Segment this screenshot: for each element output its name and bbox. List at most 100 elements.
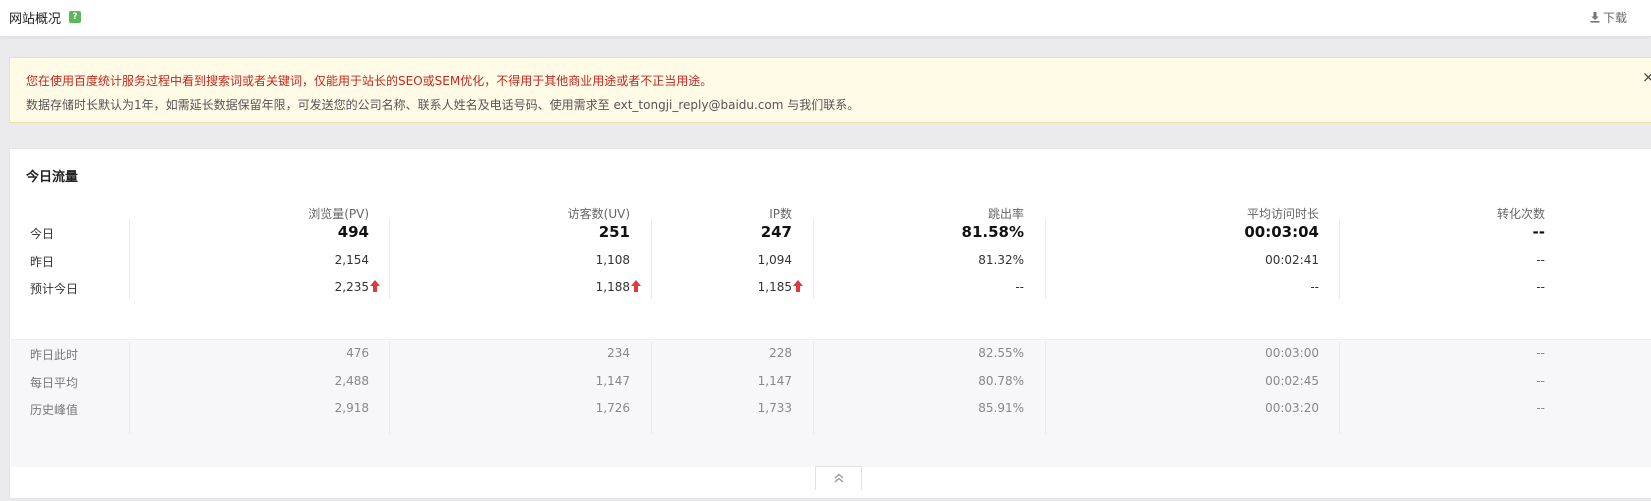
arrow-up-icon <box>370 280 380 292</box>
cell-avg-duration: 00:03:04 <box>1244 223 1319 241</box>
row-label: 每日平均 <box>30 376 79 390</box>
cell-value: 00:03:00 <box>1265 346 1319 360</box>
cell-value: 1,188 <box>595 280 630 294</box>
download-button[interactable]: 下载 <box>1590 9 1627 26</box>
cell-conversions: -- <box>1536 253 1545 267</box>
cell-value: 80.78% <box>978 374 1024 388</box>
cell-value: 1,147 <box>757 374 792 388</box>
column-divider <box>1339 219 1340 299</box>
notice-info-text: 数据存储时长默认为1年，如需延长数据保留年限，可发送您的公司名称、联系人姓名及电… <box>26 98 860 112</box>
notice-banner: 您在使用百度统计服务过程中看到搜索词或者关键词，仅能用于站长的SEO或SEM优化… <box>9 57 1651 123</box>
cell-value: 82.55% <box>978 346 1024 360</box>
column-divider <box>813 219 814 299</box>
cell-ip: 1,185 <box>758 280 803 294</box>
cell-uv: 1,108 <box>596 253 630 267</box>
download-label: 下载 <box>1602 11 1627 25</box>
column-divider <box>651 219 652 299</box>
cell-conversions: -- <box>1536 346 1545 360</box>
cell-uv: 1,726 <box>596 401 630 415</box>
cell-value: 1,094 <box>757 253 792 267</box>
cell-uv: 1,147 <box>596 374 630 388</box>
row-label: 昨日 <box>30 255 55 269</box>
cell-value: -- <box>1536 374 1545 388</box>
cell-value: -- <box>1310 280 1319 294</box>
cell-pv: 2,488 <box>335 374 369 388</box>
cell-value: 2,154 <box>334 253 369 267</box>
double-chevron-up-icon <box>834 473 843 483</box>
cell-value: -- <box>1536 401 1545 415</box>
cell-value: 81.58% <box>961 223 1024 241</box>
cell-value: 228 <box>769 346 792 360</box>
cell-avg-duration: 00:03:20 <box>1265 401 1319 415</box>
cell-value: 494 <box>337 223 369 241</box>
cell-value: 00:03:04 <box>1244 223 1319 241</box>
comparison-area <box>11 339 1651 467</box>
cell-value: 2,488 <box>334 374 369 388</box>
column-header-pv: 浏览量(PV) <box>308 207 369 221</box>
notice-warning-text: 您在使用百度统计服务过程中看到搜索词或者关键词，仅能用于站长的SEO或SEM优化… <box>26 74 713 88</box>
cell-value: 2,918 <box>334 401 369 415</box>
cell-value: 1,733 <box>757 401 792 415</box>
row-label: 昨日此时 <box>30 348 79 362</box>
cell-pv: 494 <box>338 223 369 241</box>
close-icon[interactable]: × <box>1642 68 1651 86</box>
row-label: 今日 <box>30 227 55 241</box>
cell-value: 1,147 <box>595 374 630 388</box>
column-divider <box>813 342 814 434</box>
cell-value: 1,108 <box>595 253 630 267</box>
cell-bounce-rate: 85.91% <box>978 401 1024 415</box>
cell-conversions: -- <box>1536 280 1545 294</box>
cell-value: -- <box>1536 280 1545 294</box>
cell-avg-duration: -- <box>1310 280 1319 294</box>
cell-value: 247 <box>760 223 792 241</box>
cell-value: -- <box>1015 280 1024 294</box>
cell-avg-duration: 00:02:45 <box>1265 374 1319 388</box>
column-divider <box>389 342 390 434</box>
cell-value: 85.91% <box>978 401 1024 415</box>
cell-pv: 2,154 <box>335 253 369 267</box>
row-label: 历史峰值 <box>30 403 79 417</box>
cell-pv: 2,918 <box>335 401 369 415</box>
column-divider <box>389 219 390 299</box>
panel-title: 今日流量 <box>26 170 79 185</box>
cell-value: -- <box>1536 253 1545 267</box>
row-label: 预计今日 <box>30 282 79 296</box>
cell-bounce-rate: 80.78% <box>978 374 1024 388</box>
top-bar: 网站概况 ? 下载 <box>0 0 1651 37</box>
cell-bounce-rate: 81.32% <box>978 253 1024 267</box>
cell-ip: 1,147 <box>758 374 792 388</box>
cell-value: 476 <box>346 346 369 360</box>
column-header-ip: IP数 <box>769 207 792 221</box>
column-header-uv: 访客数(UV) <box>567 207 630 221</box>
column-divider <box>1045 219 1046 299</box>
cell-value: 234 <box>607 346 630 360</box>
column-divider <box>651 342 652 434</box>
cell-conversions: -- <box>1536 401 1545 415</box>
cell-conversions: -- <box>1533 223 1545 241</box>
cell-ip: 1,094 <box>758 253 792 267</box>
cell-ip: 247 <box>761 223 792 241</box>
today-traffic-panel: 今日流量 浏览量(PV) 访客数(UV) IP数 跳出率 平均访问时长 转化次数 今日 494… <box>9 148 1651 499</box>
column-divider <box>1045 342 1046 434</box>
column-header-conversions: 转化次数 <box>1496 207 1545 221</box>
cell-value: 1,726 <box>595 401 630 415</box>
column-divider <box>1339 342 1340 434</box>
column-divider <box>129 342 130 434</box>
help-icon[interactable]: ? <box>69 11 81 23</box>
cell-pv: 476 <box>346 346 369 360</box>
column-header-avg-duration: 平均访问时长 <box>1246 207 1319 221</box>
cell-value: 1,185 <box>757 280 792 294</box>
cell-bounce-rate: 81.58% <box>962 223 1024 241</box>
cell-value: 251 <box>598 223 630 241</box>
collapse-button[interactable] <box>815 466 862 490</box>
cell-value: 00:03:20 <box>1265 401 1319 415</box>
cell-bounce-rate: -- <box>1015 280 1024 294</box>
cell-value: 00:02:41 <box>1265 253 1319 267</box>
cell-ip: 1,733 <box>758 401 792 415</box>
cell-bounce-rate: 82.55% <box>978 346 1024 360</box>
arrow-up-icon <box>793 280 803 292</box>
cell-avg-duration: 00:03:00 <box>1265 346 1319 360</box>
column-divider <box>129 219 130 299</box>
cell-avg-duration: 00:02:41 <box>1265 253 1319 267</box>
cell-uv: 1,188 <box>596 280 641 294</box>
